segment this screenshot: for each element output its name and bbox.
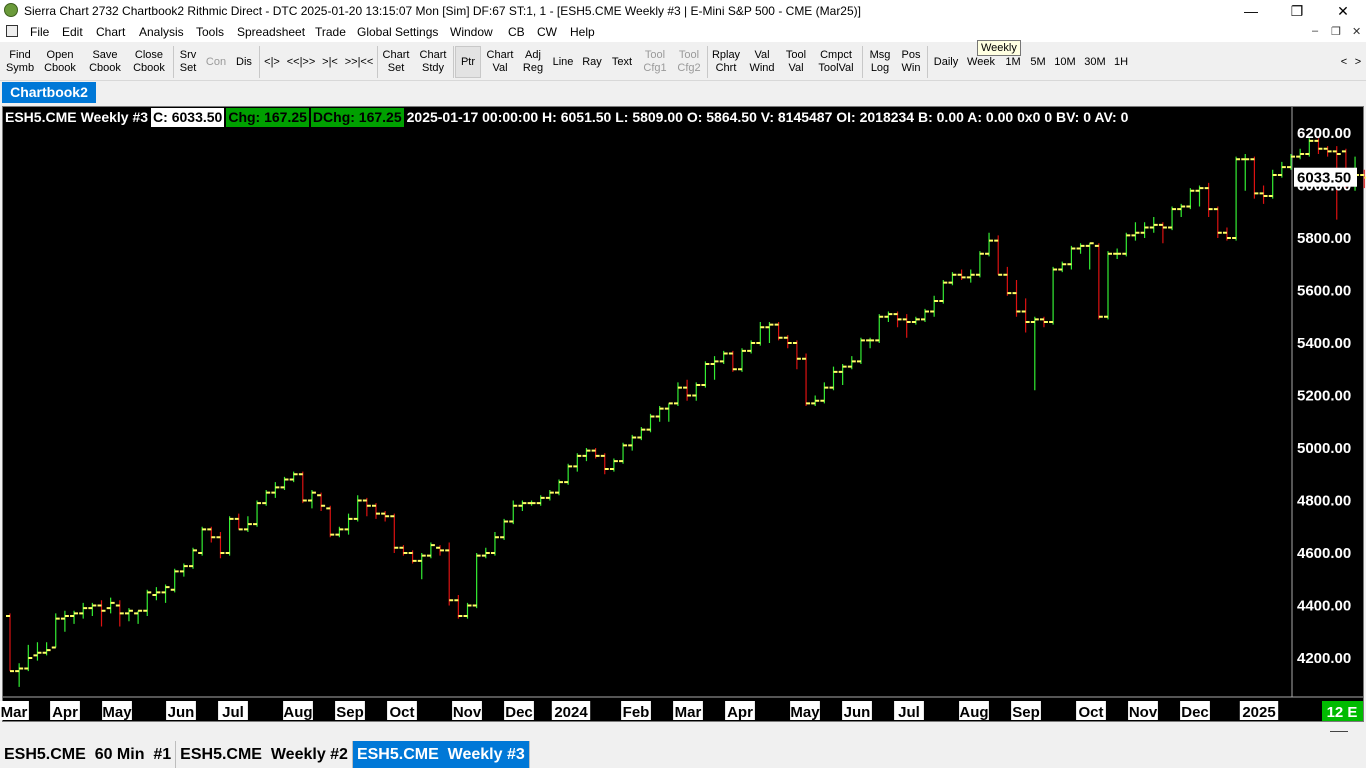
time-axis-label: Dec (1181, 704, 1209, 721)
time-axis-label: Jul (898, 704, 920, 721)
time-axis-label: 2025 (1242, 704, 1275, 721)
price-axis-label: 5200.00 (1297, 388, 1351, 405)
tab-weekly-2[interactable]: ESH5.CME Weekly #2 (176, 741, 353, 768)
time-axis-label: Apr (52, 704, 78, 721)
chart-window-tabs: ESH5.CME 60 Min #1 ESH5.CME Weekly #2 ES… (0, 741, 530, 768)
time-axis-label: 2024 (554, 704, 588, 721)
price-axis-label: 5600.00 (1297, 283, 1351, 300)
time-axis-label: Sep (336, 704, 364, 721)
time-axis-label: Apr (727, 704, 753, 721)
time-axis-label: Aug (959, 704, 988, 721)
chart-name: Weekly #3 (80, 109, 149, 125)
time-axis-label: Jul (222, 704, 244, 721)
time-axis-label: Nov (453, 704, 482, 721)
price-axis-label: 4400.00 (1297, 598, 1351, 615)
price-axis-label: 4600.00 (1297, 545, 1351, 562)
time-axis-label: Sep (1012, 704, 1040, 721)
tab-60-min-1[interactable]: ESH5.CME 60 Min #1 (0, 741, 177, 768)
time-axis-label: Mar (675, 704, 702, 721)
time-axis-label: Aug (283, 704, 312, 721)
horizontal-scroll-area (0, 722, 1366, 740)
price-axis-label: 5000.00 (1297, 440, 1351, 457)
time-axis-label: Oct (1078, 704, 1103, 721)
price-axis-label: 4800.00 (1297, 493, 1351, 510)
close-value: C: 6033.50 (151, 108, 225, 127)
scroll-handle-icon[interactable] (1330, 731, 1348, 732)
tab-weekly-3[interactable]: ESH5.CME Weekly #3 (352, 741, 530, 768)
price-axis-label: 5800.00 (1297, 230, 1351, 247)
time-axis-label: Dec (505, 704, 533, 721)
price-axis-label: 4200.00 (1297, 650, 1351, 667)
time-axis-label: Nov (1129, 704, 1158, 721)
daily-change-value: DChg: 167.25 (310, 108, 404, 127)
time-axis-label: Oct (389, 704, 414, 721)
bar-info: 2025-01-17 00:00:00 H: 6051.50 L: 5809.0… (406, 109, 1129, 125)
last-price-label: 6033.50 (1297, 170, 1351, 187)
time-scale-badge-label: 12 E (1327, 704, 1358, 721)
time-axis-label: Feb (623, 704, 650, 721)
time-axis-label: Mar (1, 704, 28, 721)
chart-symbol: ESH5.CME (5, 109, 77, 125)
time-axis-label: Jun (844, 704, 871, 721)
time-axis-label: May (790, 704, 820, 721)
price-axis-label: 5400.00 (1297, 335, 1351, 352)
time-axis-label: May (102, 704, 132, 721)
time-axis-label: Jun (168, 704, 195, 721)
chart-header: ESH5.CME Weekly #3 C: 6033.50 Chg: 167.2… (3, 108, 1293, 127)
change-value: Chg: 167.25 (226, 108, 309, 127)
price-axis-label: 6200.00 (1297, 125, 1351, 142)
